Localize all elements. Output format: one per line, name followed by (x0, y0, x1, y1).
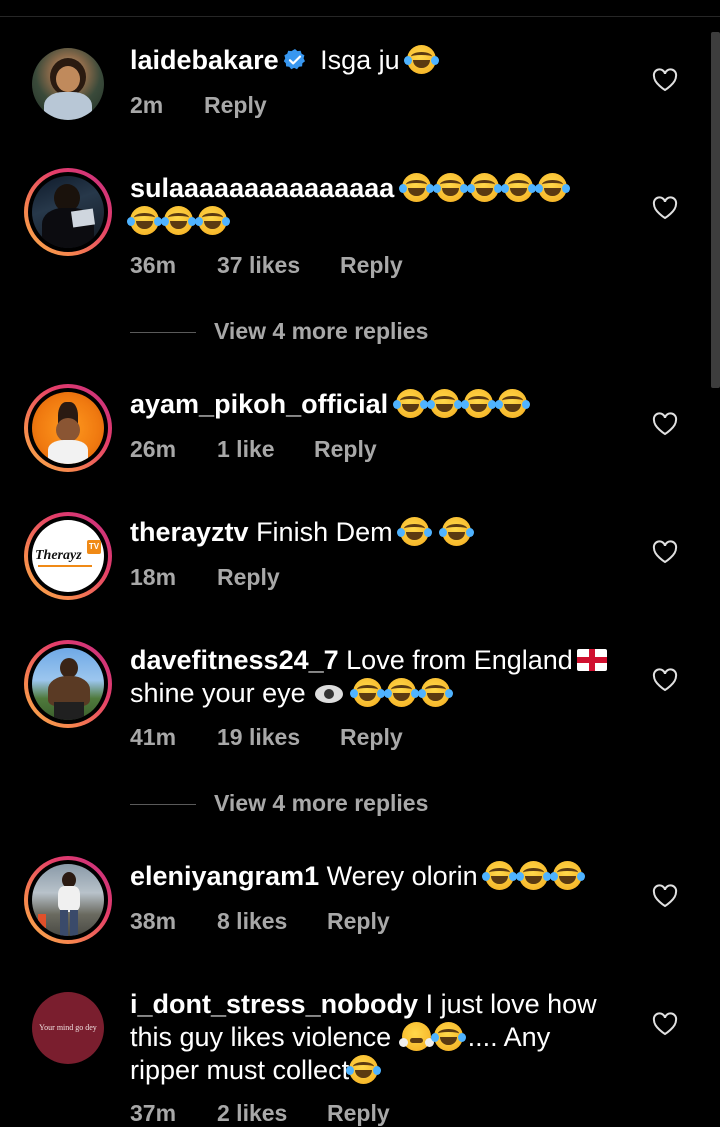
comment-text-continued: shine your eye (130, 678, 306, 708)
comment-username[interactable]: sulaaaaaaaaaaaaaaa (130, 173, 394, 203)
comment-username[interactable]: laidebakare (130, 45, 279, 75)
like-count[interactable]: 1 like (217, 436, 314, 463)
view-more-replies-label[interactable]: View 4 more replies (214, 790, 428, 817)
laughing-emoji-icon (430, 1022, 466, 1051)
comment-username[interactable]: ayam_pikoh_official (130, 389, 388, 419)
like-count[interactable]: 2 likes (217, 1100, 327, 1127)
avatar[interactable] (32, 48, 104, 120)
comment-text-continued: ripper must collect (130, 1055, 350, 1085)
comment-text: I just love how (425, 989, 597, 1019)
like-heart-icon[interactable] (652, 196, 678, 220)
avatar[interactable] (24, 856, 112, 944)
laughing-emoji-icon (392, 389, 428, 418)
view-more-replies-label[interactable]: View 4 more replies (214, 318, 428, 345)
verified-badge-icon (283, 48, 307, 72)
comment-time: 2m (130, 92, 164, 118)
comment-time: 18m (130, 564, 177, 590)
comment-username[interactable]: davefitness24_7 (130, 645, 339, 675)
comment-text: Love from England (346, 645, 573, 675)
laughing-emoji-icon (534, 173, 570, 202)
comment-time: 26m (130, 436, 177, 462)
reply-button[interactable]: Reply (340, 724, 403, 751)
laughing-emoji-icon (383, 678, 419, 707)
comment-time: 38m (130, 908, 177, 934)
reply-button[interactable]: Reply (217, 564, 280, 591)
avatar[interactable] (24, 384, 112, 472)
reply-button[interactable]: Reply (314, 436, 377, 463)
laughing-emoji-icon (550, 861, 586, 890)
laughing-emoji-icon (432, 173, 468, 202)
comment-text-continued: this guy likes violence (130, 1022, 392, 1052)
steam-face-emoji-icon (398, 1022, 434, 1051)
laughing-emoji-icon (494, 389, 530, 418)
comment-time: 37m (130, 1100, 177, 1126)
reply-button[interactable]: Reply (327, 908, 390, 935)
therayz-tv-badge: TV (87, 540, 101, 554)
laughing-emoji-icon (516, 861, 552, 890)
comment-time: 36m (130, 252, 177, 278)
laughing-emoji-icon (398, 173, 434, 202)
comment-text: Werey olorin (326, 861, 478, 891)
laughing-emoji-icon (195, 206, 230, 235)
reply-button[interactable]: Reply (340, 252, 403, 279)
avatar[interactable] (24, 168, 112, 256)
laughing-emoji-icon (346, 1055, 382, 1084)
like-heart-icon[interactable] (652, 68, 678, 92)
laughing-emoji-icon (349, 678, 385, 707)
eye-icon (315, 685, 344, 703)
scrollbar[interactable] (711, 32, 720, 388)
laughing-emoji-icon (500, 173, 536, 202)
like-heart-icon[interactable] (652, 540, 678, 564)
avatar[interactable] (24, 640, 112, 728)
like-heart-icon[interactable] (652, 668, 678, 692)
replies-divider (130, 332, 196, 333)
laughing-emoji-icon (161, 206, 196, 235)
replies-divider (130, 804, 196, 805)
comment-time: 41m (130, 724, 177, 750)
comment-username[interactable]: eleniyangram1 (130, 861, 319, 891)
like-count[interactable]: 19 likes (217, 724, 340, 751)
comment-text-continued: .... Any (467, 1022, 551, 1052)
laughing-emoji-icon (482, 861, 518, 890)
laughing-emoji-icon (417, 678, 453, 707)
like-heart-icon[interactable] (652, 1012, 678, 1036)
comment-username[interactable]: therayztv (130, 517, 249, 547)
like-heart-icon[interactable] (652, 412, 678, 436)
laughing-emoji-icon (460, 389, 496, 418)
reply-button[interactable]: Reply (204, 92, 267, 119)
comment-text: Finish Dem (256, 517, 393, 547)
like-count[interactable]: 8 likes (217, 908, 327, 935)
laughing-emoji-icon (426, 389, 462, 418)
avatar-caption: Your mind go dey (39, 1023, 97, 1032)
laughing-emoji-icon (404, 45, 440, 74)
comment-text: Isga ju (320, 45, 400, 75)
therayz-logo-text: Therayz (35, 548, 82, 563)
comment-username[interactable]: i_dont_stress_nobody (130, 989, 418, 1019)
top-divider (0, 16, 720, 17)
avatar[interactable]: Therayz TV (24, 512, 112, 600)
laughing-emoji-icon (438, 517, 474, 546)
like-count[interactable]: 37 likes (217, 252, 340, 279)
avatar[interactable]: Your mind go dey (32, 992, 104, 1064)
england-flag-icon (576, 649, 607, 671)
reply-button[interactable]: Reply (327, 1100, 390, 1127)
like-heart-icon[interactable] (652, 884, 678, 908)
laughing-emoji-icon (127, 206, 162, 235)
laughing-emoji-icon (466, 173, 502, 202)
laughing-emoji-icon (397, 517, 433, 546)
